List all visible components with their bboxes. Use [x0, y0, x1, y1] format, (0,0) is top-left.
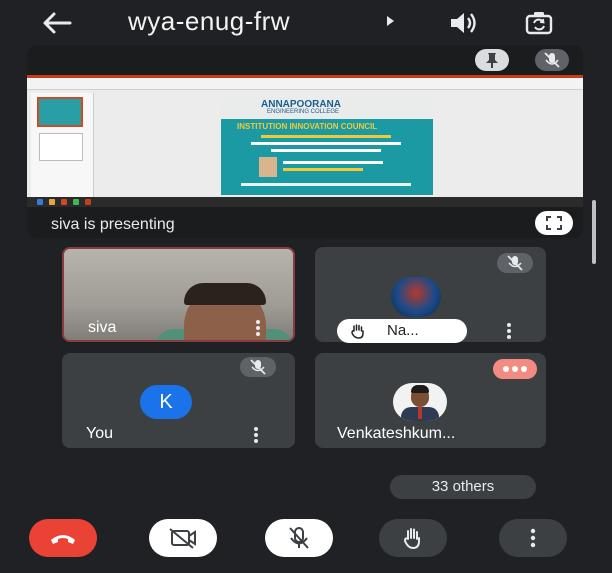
- participant-name: You: [86, 425, 113, 442]
- back-arrow-icon[interactable]: [40, 9, 74, 37]
- presenting-status: siva is presenting: [51, 216, 175, 233]
- more-vert-icon[interactable]: [256, 320, 260, 336]
- participant-tile-you[interactable]: K You: [62, 353, 295, 448]
- mic-off-icon: [289, 527, 309, 549]
- participant-tile-na[interactable]: Na...: [315, 247, 546, 343]
- participant-tile-venkateshkum[interactable]: Venkateshkum...: [315, 353, 546, 448]
- end-call-button[interactable]: [29, 519, 97, 557]
- mic-off-icon: [544, 52, 560, 68]
- photo-avatar: [393, 383, 447, 421]
- caret-right-icon[interactable]: [387, 16, 394, 26]
- participant-name: Venkateshkum...: [337, 425, 456, 442]
- slide: ANNAPOORANA ENGINEERING COLLEGE INSTITUT…: [221, 97, 433, 195]
- end-call-icon: [51, 535, 75, 544]
- slide-college-sub: ENGINEERING COLLEGE: [267, 109, 340, 115]
- more-vert-icon[interactable]: [507, 323, 511, 339]
- meeting-code[interactable]: wya-enug-frw: [128, 6, 290, 37]
- raise-hand-button[interactable]: [379, 519, 447, 557]
- hand-icon: [404, 528, 420, 549]
- raised-hand-pill: Na...: [337, 319, 467, 343]
- participant-tile-siva[interactable]: siva: [62, 247, 295, 342]
- scrollbar[interactable]: [592, 200, 596, 264]
- initial-avatar: K: [140, 385, 192, 419]
- presenter-mic-off-button[interactable]: [535, 49, 569, 71]
- windows-taskbar: [27, 197, 583, 207]
- more-options-button[interactable]: [499, 519, 567, 557]
- others-button[interactable]: 33 others: [390, 475, 536, 499]
- slide-thumbnail: [37, 97, 83, 127]
- ppt-ribbon: [27, 75, 583, 90]
- slide-thumbnails: [31, 93, 94, 199]
- fullscreen-button[interactable]: [535, 211, 573, 235]
- presentation-panel[interactable]: ANNAPOORANA ENGINEERING COLLEGE INSTITUT…: [27, 45, 583, 238]
- speaking-indicator: [493, 359, 537, 379]
- team-logo-avatar: [391, 277, 441, 317]
- shared-screen: ANNAPOORANA ENGINEERING COLLEGE INSTITUT…: [27, 75, 583, 207]
- mic-off-icon: [250, 359, 266, 375]
- camera-toggle-button[interactable]: [149, 519, 217, 557]
- slide-council: INSTITUTION INNOVATION COUNCIL: [237, 122, 378, 131]
- pin-button[interactable]: [475, 49, 509, 71]
- hand-icon: [351, 324, 364, 339]
- slide-thumbnail: [39, 133, 83, 161]
- more-vert-icon[interactable]: [254, 427, 258, 443]
- switch-camera-icon[interactable]: [524, 9, 554, 37]
- pin-icon: [486, 53, 498, 68]
- fullscreen-icon: [546, 216, 562, 230]
- top-bar: wya-enug-frw: [0, 0, 612, 44]
- slide-speaker-photo: [259, 157, 277, 177]
- muted-badge: [497, 253, 533, 273]
- mic-off-icon: [507, 255, 523, 271]
- more-vert-icon: [530, 528, 536, 548]
- speaker-icon[interactable]: [448, 10, 478, 36]
- mic-toggle-button[interactable]: [265, 519, 333, 557]
- muted-badge: [240, 357, 276, 377]
- camera-off-icon: [169, 528, 196, 549]
- participant-name: siva: [88, 319, 117, 336]
- participant-name: Na...: [387, 322, 419, 339]
